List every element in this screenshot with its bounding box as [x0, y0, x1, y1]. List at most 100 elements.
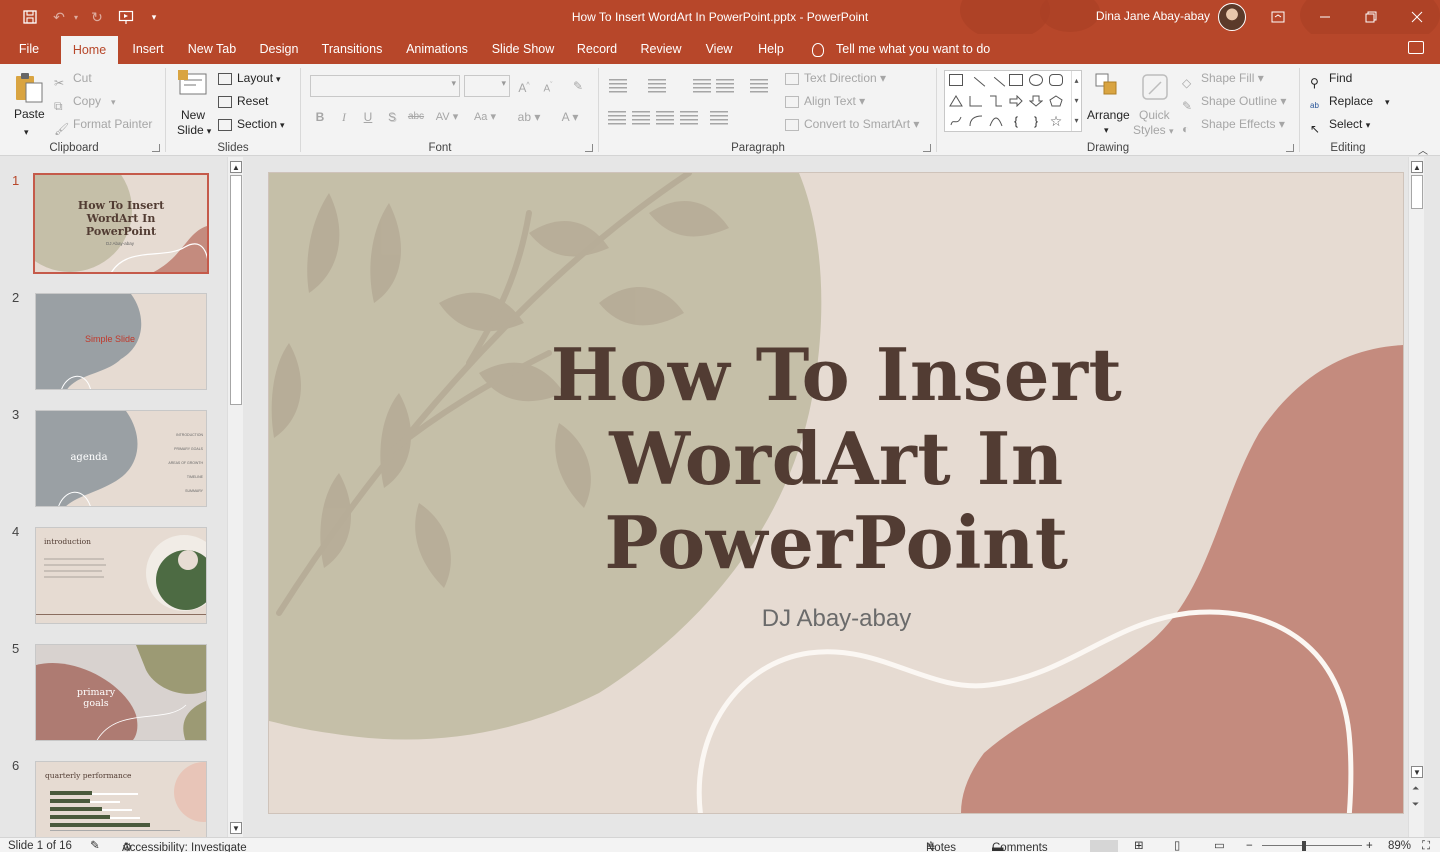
align-left-icon[interactable] — [608, 111, 626, 125]
slide-thumbnail-5[interactable]: primary goals — [35, 644, 207, 741]
slide-sorter-icon[interactable]: ⊞ — [1134, 840, 1144, 852]
zoom-slider-handle[interactable] — [1302, 841, 1306, 851]
previous-slide-icon[interactable]: ⏶ — [1412, 783, 1419, 793]
tab-transitions[interactable]: Transitions — [314, 34, 390, 64]
tab-insert[interactable]: Insert — [124, 34, 172, 64]
slide-thumbnail-4[interactable]: introduction — [35, 527, 207, 624]
shape-effects-button[interactable]: ◐ Shape Effects ▾ — [1182, 114, 1285, 136]
underline-button[interactable]: U — [358, 107, 378, 127]
shape-outline-button[interactable]: ✎ Shape Outline ▾ — [1182, 91, 1286, 113]
user-name[interactable]: Dina Jane Abay-abay — [1060, 0, 1210, 34]
cut-button[interactable]: ✂ Cut — [54, 68, 92, 90]
select-button[interactable]: ↖ Select ▾ — [1310, 114, 1370, 136]
scroll-thumb[interactable] — [1411, 175, 1423, 209]
tab-file[interactable]: File — [10, 34, 48, 64]
tab-home[interactable]: Home — [61, 36, 118, 64]
comments-icon[interactable] — [1408, 41, 1424, 54]
decrease-font-size-button[interactable]: Aˇ — [538, 76, 558, 96]
find-button[interactable]: ⚲ Find — [1310, 68, 1352, 90]
tell-me-search[interactable]: Tell me what you want to do — [812, 34, 990, 64]
rectangle-shape-icon[interactable] — [1009, 74, 1023, 86]
save-icon[interactable] — [18, 0, 42, 34]
oval-shape-icon[interactable] — [1029, 74, 1043, 86]
justify-icon[interactable] — [680, 111, 698, 125]
increase-indent-icon[interactable] — [716, 79, 734, 93]
freeform-shape-icon[interactable] — [949, 115, 963, 127]
strikethrough-button[interactable]: abc — [406, 107, 426, 127]
fit-to-window-icon[interactable]: ⛶ — [1422, 840, 1430, 852]
new-slide-icon[interactable] — [178, 70, 210, 102]
columns-icon[interactable] — [710, 111, 728, 125]
highlight-icon[interactable]: ab ▾ — [512, 107, 546, 127]
slide-show-icon[interactable]: ▭ — [1214, 840, 1225, 852]
text-direction-button[interactable]: Text Direction ▾ — [785, 68, 886, 88]
right-brace-shape-icon[interactable]: } — [1029, 115, 1043, 127]
minimize-icon[interactable] — [1302, 0, 1348, 34]
numbering-icon[interactable] — [648, 79, 666, 93]
paste-dropdown-icon[interactable]: ▾ — [24, 122, 29, 142]
font-launcher-icon[interactable] — [585, 144, 593, 152]
tab-record[interactable]: Record — [570, 34, 624, 64]
slide-thumbnail-2[interactable]: Simple Slide — [35, 293, 207, 390]
present-from-start-icon[interactable] — [114, 0, 138, 34]
customize-qat-icon[interactable]: ▾ — [146, 0, 162, 34]
tab-new-tab[interactable]: New Tab — [180, 34, 244, 64]
slide-subtitle[interactable]: DJ Abay-abay — [699, 605, 974, 633]
zoom-level[interactable]: 89% — [1388, 840, 1411, 852]
tab-design[interactable]: Design — [252, 34, 306, 64]
font-size-combo[interactable] — [464, 75, 510, 97]
shape-fill-button[interactable]: ◇ Shape Fill ▾ — [1182, 68, 1264, 90]
scroll-up-icon[interactable]: ▲ — [1411, 161, 1423, 173]
close-icon[interactable] — [1394, 0, 1440, 34]
slide-thumbnail-1[interactable]: How To Insert WordArt In PowerPoint DJ A… — [33, 173, 209, 274]
thumbnails-scrollbar[interactable]: ▲ ▼ — [227, 157, 243, 837]
font-name-combo[interactable] — [310, 75, 460, 97]
undo-dropdown-icon[interactable]: ▾ — [70, 0, 82, 34]
bullets-icon[interactable] — [609, 79, 627, 93]
format-painter-button[interactable]: 🖌 Format Painter — [54, 114, 152, 136]
line-spacing-icon[interactable] — [750, 79, 768, 93]
align-right-icon[interactable] — [656, 111, 674, 125]
arrange-dropdown-icon[interactable]: ▾ — [1104, 120, 1109, 140]
slide-scrollbar[interactable]: ▲ ▼ ⏶ ⏷ — [1408, 157, 1424, 837]
italic-button[interactable]: I — [334, 107, 354, 127]
curve-shape-icon[interactable] — [989, 115, 1003, 127]
left-brace-shape-icon[interactable]: { — [1009, 115, 1023, 127]
shapes-gallery-scroll[interactable]: ▴ ▾ ▾ — [1071, 71, 1081, 131]
triangle-shape-icon[interactable] — [949, 95, 963, 107]
zoom-in-icon[interactable]: + — [1366, 840, 1373, 852]
convert-to-smartart-button[interactable]: Convert to SmartArt ▾ — [785, 114, 919, 134]
align-text-button[interactable]: Align Text ▾ — [785, 91, 865, 111]
down-arrow-shape-icon[interactable] — [1028, 95, 1044, 107]
elbow-arrow-icon[interactable] — [989, 95, 1003, 107]
drawing-launcher-icon[interactable] — [1286, 144, 1294, 152]
paste-icon[interactable] — [12, 70, 46, 104]
text-box-shape-icon[interactable] — [949, 74, 963, 86]
reading-view-icon[interactable]: ▯ — [1174, 840, 1180, 852]
slide-thumbnail-3[interactable]: agenda INTRODUCTION PRIMARY GOALS AREAS … — [35, 410, 207, 507]
section-button[interactable]: Section ▾ — [218, 114, 285, 134]
tab-animations[interactable]: Animations — [398, 34, 476, 64]
reset-button[interactable]: Reset — [218, 91, 268, 111]
tab-slide-show[interactable]: Slide Show — [486, 34, 560, 64]
paragraph-launcher-icon[interactable] — [923, 144, 931, 152]
scroll-thumb[interactable] — [230, 175, 242, 405]
align-center-icon[interactable] — [632, 111, 650, 125]
restore-icon[interactable] — [1348, 0, 1394, 34]
bold-button[interactable]: B — [310, 107, 330, 127]
elbow-connector-icon[interactable] — [969, 95, 983, 107]
zoom-slider[interactable] — [1262, 845, 1362, 846]
paste-button[interactable]: Paste — [14, 104, 45, 124]
replace-button[interactable]: ab Replace ▾ — [1310, 91, 1390, 111]
new-slide-button[interactable]: Slide ▾ — [177, 120, 211, 140]
decrease-indent-icon[interactable] — [693, 79, 711, 93]
next-slide-icon[interactable]: ⏷ — [1412, 799, 1419, 809]
tab-view[interactable]: View — [698, 34, 740, 64]
clipboard-launcher-icon[interactable] — [152, 144, 160, 152]
shapes-gallery[interactable]: { } ☆ ▴ ▾ ▾ — [944, 70, 1082, 132]
scroll-up-icon[interactable]: ▲ — [230, 161, 242, 173]
rounded-rectangle-shape-icon[interactable] — [1049, 74, 1063, 86]
change-case-button[interactable]: Aa ▾ — [470, 107, 500, 127]
slide-thumbnail-6[interactable]: quarterly performance — [35, 761, 207, 837]
zoom-out-icon[interactable]: − — [1246, 840, 1253, 852]
